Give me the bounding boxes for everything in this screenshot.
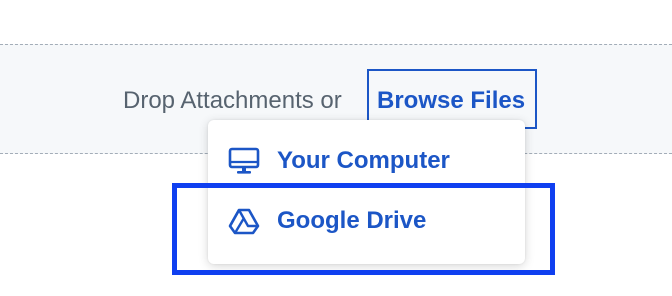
- menu-item-label: Your Computer: [277, 147, 450, 174]
- menu-item-label: Google Drive: [277, 207, 427, 234]
- browse-source-menu: Your Computer Google Drive: [208, 120, 525, 264]
- upload-area: Drop Attachments or Browse Files Your Co…: [0, 0, 672, 296]
- browse-files-label[interactable]: Browse Files: [377, 87, 525, 115]
- menu-item-your-computer[interactable]: Your Computer: [208, 132, 525, 190]
- google-drive-icon: [228, 207, 260, 235]
- monitor-icon: [228, 147, 260, 175]
- menu-item-google-drive[interactable]: Google Drive: [208, 192, 525, 250]
- drop-prompt-text: Drop Attachments or: [123, 87, 342, 114]
